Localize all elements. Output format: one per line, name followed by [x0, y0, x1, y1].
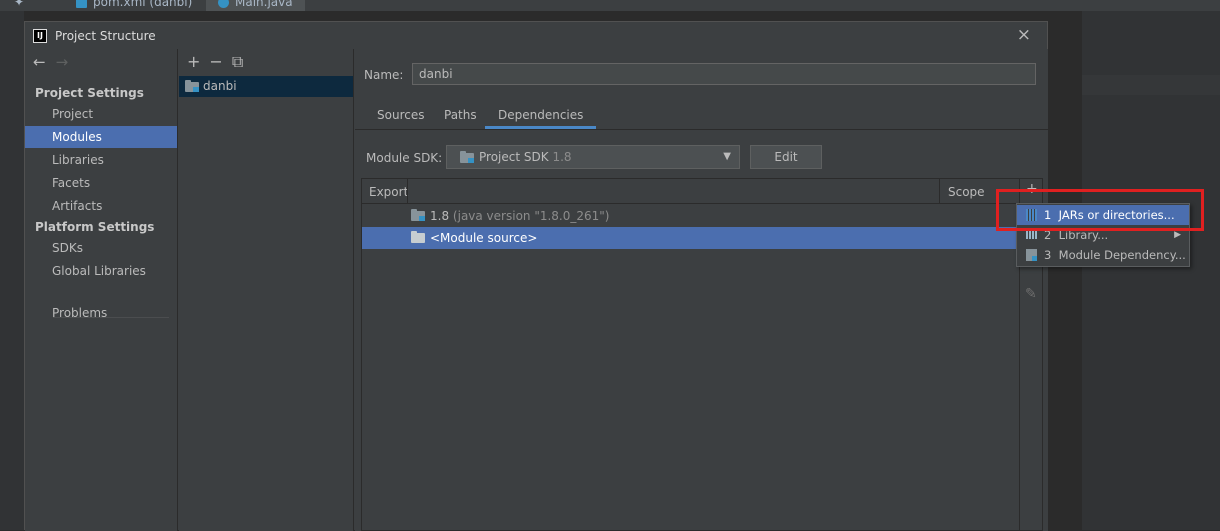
sidebar-item-facets[interactable]: Facets	[25, 172, 177, 194]
sidebar-item-artifacts[interactable]: Artifacts	[25, 195, 177, 217]
module-item-label: danbi	[203, 79, 237, 93]
chevron-down-icon: ▼	[723, 151, 731, 162]
editor-tab-label: Main.java	[235, 0, 293, 9]
tab-dependencies[interactable]: Dependencies	[485, 108, 597, 129]
column-header-export[interactable]: Export	[369, 185, 408, 199]
menu-item-label: Module Dependency...	[1058, 248, 1186, 262]
dialog-title: Project Structure	[55, 29, 156, 43]
section-header-platform-settings: Platform Settings	[35, 220, 155, 234]
dependency-name: 1.8	[430, 209, 450, 223]
close-icon[interactable]: ×	[1017, 25, 1031, 45]
column-header-scope[interactable]: Scope	[948, 185, 985, 199]
java-class-icon	[218, 0, 229, 8]
section-header-project-settings: Project Settings	[35, 86, 144, 100]
module-sdk-select[interactable]: Project SDK 1.8 ▼	[446, 145, 740, 169]
gutter	[0, 11, 24, 530]
module-folder-icon	[185, 80, 199, 92]
library-icon	[1026, 231, 1037, 239]
dependencies-table: Export Scope 1.8 (java version "1.8.0_26…	[361, 178, 1043, 531]
menu-item-number: 3	[1044, 248, 1052, 262]
nav-arrows: ← →	[33, 53, 78, 71]
project-structure-dialog: IJ Project Structure × ← → Project Settin…	[24, 21, 1048, 531]
sidebar-item-global-libraries[interactable]: Global Libraries	[25, 260, 177, 282]
maven-icon	[76, 0, 87, 8]
editor-tab-label: pom.xml (danbi)	[93, 0, 193, 9]
editor-right-area	[1082, 11, 1220, 530]
module-icon	[1026, 249, 1037, 261]
dependency-detail: (java version "1.8.0_261")	[452, 209, 610, 223]
table-row[interactable]: 1.8 (java version "1.8.0_261")	[362, 205, 1018, 227]
editor-tab-pom[interactable]: pom.xml (danbi)	[76, 0, 192, 11]
copy-icon[interactable]: ⧉	[232, 52, 243, 71]
edit-sdk-button[interactable]: Edit	[750, 145, 822, 169]
sdk-version: 1.8	[552, 150, 572, 164]
table-header: Export Scope	[362, 179, 1018, 204]
sdk-value: Project SDK	[479, 150, 549, 164]
pencil-icon[interactable]: ✎	[1025, 286, 1037, 302]
sidebar-item-project[interactable]: Project	[25, 103, 177, 125]
add-icon[interactable]: +	[187, 52, 200, 71]
module-list-panel: + − ⧉ danbi	[179, 49, 354, 531]
menu-item-module-dependency[interactable]: 3 Module Dependency...	[1017, 245, 1189, 265]
back-arrow-icon[interactable]: ←	[33, 53, 46, 71]
dependency-name: <Module source>	[430, 231, 538, 245]
source-folder-icon	[411, 231, 425, 243]
name-label: Name:	[364, 68, 404, 82]
sdk-folder-icon	[411, 209, 425, 221]
tab-paths[interactable]: Paths	[444, 108, 477, 122]
module-list-toolbar: + − ⧉	[187, 52, 252, 72]
table-row[interactable]: <Module source>	[362, 227, 1018, 249]
tab-sources[interactable]: Sources	[377, 108, 424, 122]
settings-icon[interactable]: ✦	[14, 0, 24, 11]
sidebar-item-libraries[interactable]: Libraries	[25, 149, 177, 171]
sidebar-item-problems[interactable]: Problems	[25, 302, 177, 324]
sidebar-item-sdks[interactable]: SDKs	[25, 237, 177, 259]
intellij-logo-icon: IJ	[33, 29, 47, 43]
module-settings-panel: Name: danbi Sources Paths Dependencies M…	[355, 49, 1048, 531]
module-name-field[interactable]: danbi	[412, 63, 1036, 85]
module-sdk-label: Module SDK:	[366, 151, 443, 165]
module-item-danbi[interactable]: danbi	[179, 76, 353, 97]
annotation-highlight-box	[996, 189, 1204, 231]
module-tabs: Sources Paths Dependencies	[355, 105, 1048, 130]
forward-arrow-icon[interactable]: →	[56, 53, 69, 71]
sdk-folder-icon	[460, 151, 474, 163]
editor-tab-main[interactable]: Main.java	[206, 0, 305, 11]
sidebar-item-modules[interactable]: Modules	[25, 126, 177, 148]
settings-sidebar: ← → Project Settings Project Modules Libr…	[25, 49, 178, 531]
dialog-titlebar: IJ Project Structure ×	[25, 22, 1047, 49]
remove-icon[interactable]: −	[209, 52, 222, 71]
editor-tab-bar: ✦ pom.xml (danbi) Main.java	[0, 0, 1220, 11]
